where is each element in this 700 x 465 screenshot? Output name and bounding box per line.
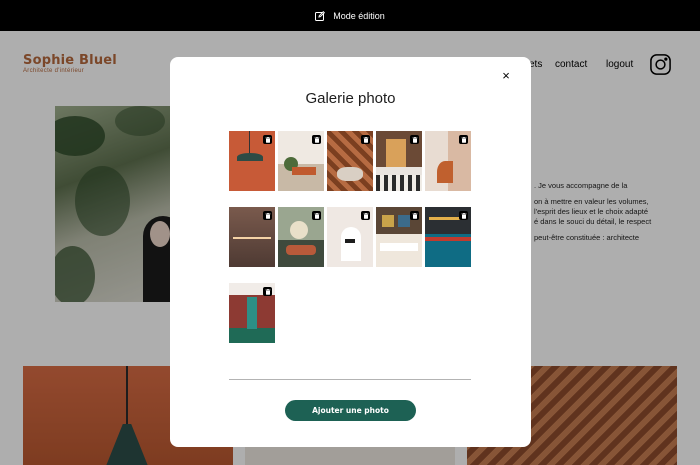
gallery-thumbnail — [229, 207, 275, 267]
trash-icon[interactable] — [410, 135, 419, 144]
gallery-thumbnail — [425, 131, 471, 191]
trash-icon[interactable] — [263, 211, 272, 220]
trash-icon[interactable] — [312, 135, 321, 144]
trash-icon[interactable] — [312, 211, 321, 220]
photo-gallery-modal: × Galerie photo Ajouter une photo — [170, 57, 531, 447]
gallery-thumbnail — [278, 207, 324, 267]
edit-mode-label: Mode édition — [333, 10, 385, 21]
gallery-thumbnail — [327, 207, 373, 267]
trash-icon[interactable] — [361, 135, 370, 144]
modal-divider — [229, 379, 471, 380]
gallery-thumbnail — [229, 283, 275, 343]
gallery-thumbnail — [376, 131, 422, 191]
modal-title: Galerie photo — [305, 90, 396, 107]
close-icon[interactable]: × — [500, 69, 512, 82]
trash-icon[interactable] — [263, 135, 272, 144]
gallery-thumbnail — [425, 207, 471, 267]
gallery-thumbnail — [376, 207, 422, 267]
trash-icon[interactable] — [459, 135, 468, 144]
gallery-thumbnail — [327, 131, 373, 191]
edit-icon — [315, 10, 326, 21]
add-photo-button[interactable]: Ajouter une photo — [285, 400, 416, 421]
trash-icon[interactable] — [459, 211, 468, 220]
edit-mode-banner: Mode édition — [0, 0, 700, 31]
trash-icon[interactable] — [263, 287, 272, 296]
trash-icon[interactable] — [361, 211, 370, 220]
gallery-thumbnail — [278, 131, 324, 191]
trash-icon[interactable] — [410, 211, 419, 220]
gallery-thumbnail — [229, 131, 275, 191]
